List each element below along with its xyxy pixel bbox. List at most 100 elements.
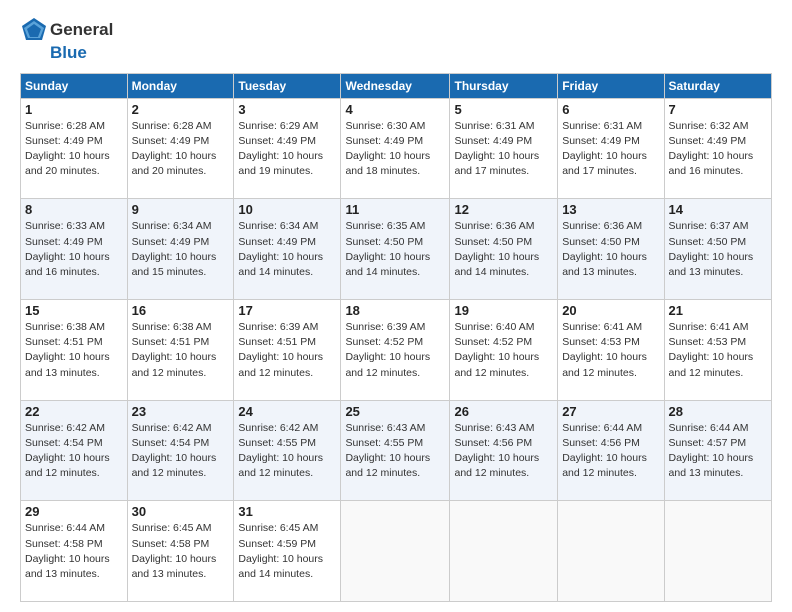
week-row-5: 29 Sunrise: 6:44 AMSunset: 4:58 PMDaylig… [21,501,772,602]
logo-blue-text: Blue [20,44,113,63]
header: General Blue [20,16,772,63]
day-number: 7 [669,102,767,117]
day-cell-30: 30 Sunrise: 6:45 AMSunset: 4:58 PMDaylig… [127,501,234,602]
day-number: 9 [132,202,230,217]
day-cell-16: 16 Sunrise: 6:38 AMSunset: 4:51 PMDaylig… [127,300,234,401]
day-cell-15: 15 Sunrise: 6:38 AMSunset: 4:51 PMDaylig… [21,300,128,401]
day-number: 26 [454,404,553,419]
day-cell-20: 20 Sunrise: 6:41 AMSunset: 4:53 PMDaylig… [558,300,664,401]
col-header-tuesday: Tuesday [234,73,341,98]
page: General Blue SundayMondayTuesdayWednesda… [0,0,792,612]
day-number: 19 [454,303,553,318]
day-info: Sunrise: 6:42 AMSunset: 4:55 PMDaylight:… [238,422,323,480]
day-number: 24 [238,404,336,419]
col-header-thursday: Thursday [450,73,558,98]
day-number: 15 [25,303,123,318]
day-info: Sunrise: 6:31 AMSunset: 4:49 PMDaylight:… [562,120,647,178]
day-number: 10 [238,202,336,217]
day-number: 22 [25,404,123,419]
day-number: 1 [25,102,123,117]
day-number: 30 [132,504,230,519]
day-cell-11: 11 Sunrise: 6:35 AMSunset: 4:50 PMDaylig… [341,199,450,300]
day-info: Sunrise: 6:45 AMSunset: 4:59 PMDaylight:… [238,522,323,580]
empty-cell [664,501,771,602]
day-info: Sunrise: 6:36 AMSunset: 4:50 PMDaylight:… [454,220,539,278]
day-cell-10: 10 Sunrise: 6:34 AMSunset: 4:49 PMDaylig… [234,199,341,300]
day-info: Sunrise: 6:41 AMSunset: 4:53 PMDaylight:… [669,321,754,379]
week-row-1: 1 Sunrise: 6:28 AMSunset: 4:49 PMDayligh… [21,98,772,199]
day-info: Sunrise: 6:31 AMSunset: 4:49 PMDaylight:… [454,120,539,178]
day-cell-4: 4 Sunrise: 6:30 AMSunset: 4:49 PMDayligh… [341,98,450,199]
day-number: 23 [132,404,230,419]
logo-mark [20,16,48,44]
day-info: Sunrise: 6:30 AMSunset: 4:49 PMDaylight:… [345,120,430,178]
day-number: 29 [25,504,123,519]
day-number: 4 [345,102,445,117]
day-info: Sunrise: 6:41 AMSunset: 4:53 PMDaylight:… [562,321,647,379]
empty-cell [558,501,664,602]
empty-cell [341,501,450,602]
empty-cell [450,501,558,602]
calendar-body: 1 Sunrise: 6:28 AMSunset: 4:49 PMDayligh… [21,98,772,601]
day-info: Sunrise: 6:43 AMSunset: 4:55 PMDaylight:… [345,422,430,480]
day-cell-1: 1 Sunrise: 6:28 AMSunset: 4:49 PMDayligh… [21,98,128,199]
day-number: 17 [238,303,336,318]
day-info: Sunrise: 6:29 AMSunset: 4:49 PMDaylight:… [238,120,323,178]
day-info: Sunrise: 6:45 AMSunset: 4:58 PMDaylight:… [132,522,217,580]
day-info: Sunrise: 6:35 AMSunset: 4:50 PMDaylight:… [345,220,430,278]
day-cell-9: 9 Sunrise: 6:34 AMSunset: 4:49 PMDayligh… [127,199,234,300]
day-cell-5: 5 Sunrise: 6:31 AMSunset: 4:49 PMDayligh… [450,98,558,199]
day-info: Sunrise: 6:38 AMSunset: 4:51 PMDaylight:… [25,321,110,379]
col-header-sunday: Sunday [21,73,128,98]
day-cell-31: 31 Sunrise: 6:45 AMSunset: 4:59 PMDaylig… [234,501,341,602]
day-cell-6: 6 Sunrise: 6:31 AMSunset: 4:49 PMDayligh… [558,98,664,199]
day-info: Sunrise: 6:43 AMSunset: 4:56 PMDaylight:… [454,422,539,480]
day-cell-18: 18 Sunrise: 6:39 AMSunset: 4:52 PMDaylig… [341,300,450,401]
day-info: Sunrise: 6:42 AMSunset: 4:54 PMDaylight:… [25,422,110,480]
week-row-2: 8 Sunrise: 6:33 AMSunset: 4:49 PMDayligh… [21,199,772,300]
day-cell-23: 23 Sunrise: 6:42 AMSunset: 4:54 PMDaylig… [127,400,234,501]
day-number: 20 [562,303,659,318]
day-cell-17: 17 Sunrise: 6:39 AMSunset: 4:51 PMDaylig… [234,300,341,401]
day-cell-14: 14 Sunrise: 6:37 AMSunset: 4:50 PMDaylig… [664,199,771,300]
day-number: 6 [562,102,659,117]
calendar-header-row: SundayMondayTuesdayWednesdayThursdayFrid… [21,73,772,98]
day-info: Sunrise: 6:28 AMSunset: 4:49 PMDaylight:… [132,120,217,178]
day-cell-3: 3 Sunrise: 6:29 AMSunset: 4:49 PMDayligh… [234,98,341,199]
day-info: Sunrise: 6:32 AMSunset: 4:49 PMDaylight:… [669,120,754,178]
day-number: 28 [669,404,767,419]
day-info: Sunrise: 6:34 AMSunset: 4:49 PMDaylight:… [132,220,217,278]
day-cell-25: 25 Sunrise: 6:43 AMSunset: 4:55 PMDaylig… [341,400,450,501]
day-cell-13: 13 Sunrise: 6:36 AMSunset: 4:50 PMDaylig… [558,199,664,300]
day-number: 14 [669,202,767,217]
day-number: 5 [454,102,553,117]
day-info: Sunrise: 6:39 AMSunset: 4:51 PMDaylight:… [238,321,323,379]
day-number: 13 [562,202,659,217]
day-number: 8 [25,202,123,217]
day-info: Sunrise: 6:38 AMSunset: 4:51 PMDaylight:… [132,321,217,379]
day-info: Sunrise: 6:40 AMSunset: 4:52 PMDaylight:… [454,321,539,379]
day-cell-7: 7 Sunrise: 6:32 AMSunset: 4:49 PMDayligh… [664,98,771,199]
day-number: 11 [345,202,445,217]
day-info: Sunrise: 6:44 AMSunset: 4:58 PMDaylight:… [25,522,110,580]
day-number: 18 [345,303,445,318]
day-cell-28: 28 Sunrise: 6:44 AMSunset: 4:57 PMDaylig… [664,400,771,501]
col-header-saturday: Saturday [664,73,771,98]
week-row-3: 15 Sunrise: 6:38 AMSunset: 4:51 PMDaylig… [21,300,772,401]
day-cell-12: 12 Sunrise: 6:36 AMSunset: 4:50 PMDaylig… [450,199,558,300]
day-cell-22: 22 Sunrise: 6:42 AMSunset: 4:54 PMDaylig… [21,400,128,501]
day-info: Sunrise: 6:33 AMSunset: 4:49 PMDaylight:… [25,220,110,278]
day-cell-24: 24 Sunrise: 6:42 AMSunset: 4:55 PMDaylig… [234,400,341,501]
day-cell-21: 21 Sunrise: 6:41 AMSunset: 4:53 PMDaylig… [664,300,771,401]
week-row-4: 22 Sunrise: 6:42 AMSunset: 4:54 PMDaylig… [21,400,772,501]
col-header-monday: Monday [127,73,234,98]
day-cell-29: 29 Sunrise: 6:44 AMSunset: 4:58 PMDaylig… [21,501,128,602]
day-info: Sunrise: 6:34 AMSunset: 4:49 PMDaylight:… [238,220,323,278]
day-info: Sunrise: 6:36 AMSunset: 4:50 PMDaylight:… [562,220,647,278]
day-info: Sunrise: 6:28 AMSunset: 4:49 PMDaylight:… [25,120,110,178]
day-info: Sunrise: 6:39 AMSunset: 4:52 PMDaylight:… [345,321,430,379]
day-cell-27: 27 Sunrise: 6:44 AMSunset: 4:56 PMDaylig… [558,400,664,501]
day-info: Sunrise: 6:37 AMSunset: 4:50 PMDaylight:… [669,220,754,278]
col-header-friday: Friday [558,73,664,98]
logo: General Blue [20,16,113,63]
